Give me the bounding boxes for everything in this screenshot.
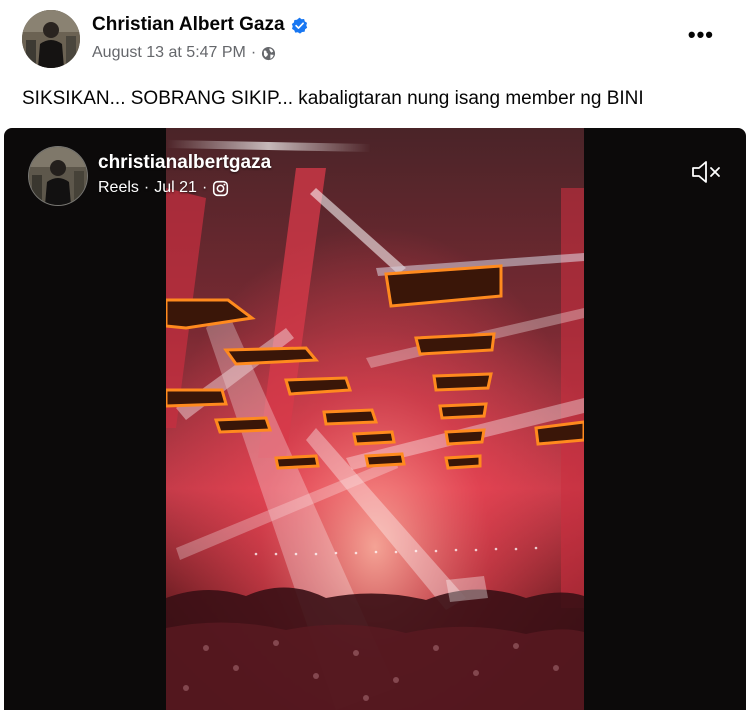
muted-speaker-icon[interactable] bbox=[690, 158, 722, 186]
verified-badge-icon bbox=[291, 17, 307, 34]
reel-meta-separator-2: · bbox=[201, 179, 208, 196]
avatar-image bbox=[22, 10, 80, 68]
reel-username[interactable]: christianalbertgaza bbox=[98, 152, 271, 174]
instagram-icon bbox=[213, 180, 229, 196]
reel-meta-separator: · bbox=[143, 179, 150, 196]
post-caption: SIKSIKAN... SOBRANG SIKIP... kabaligtara… bbox=[22, 88, 644, 109]
reel-author-avatar[interactable] bbox=[28, 146, 88, 206]
post-meta: August 13 at 5:47 PM · bbox=[92, 44, 276, 62]
reel-media[interactable]: christianalbertgaza Reels · Jul 21 · bbox=[4, 128, 746, 710]
facebook-post: Christian Albert Gaza August 13 at 5:47 … bbox=[0, 0, 750, 710]
reel-source-label[interactable]: Reels bbox=[98, 179, 139, 197]
reel-date[interactable]: Jul 21 bbox=[154, 179, 197, 197]
author-avatar[interactable] bbox=[22, 10, 80, 68]
reel-meta: Reels · Jul 21 · bbox=[98, 179, 229, 197]
post-timestamp[interactable]: August 13 at 5:47 PM bbox=[92, 44, 246, 62]
post-header: Christian Albert Gaza August 13 at 5:47 … bbox=[0, 0, 750, 80]
author-name[interactable]: Christian Albert Gaza bbox=[92, 14, 308, 36]
reel-avatar-image bbox=[29, 147, 87, 205]
author-name-text[interactable]: Christian Albert Gaza bbox=[92, 14, 285, 36]
concert-video-frame[interactable] bbox=[166, 128, 584, 710]
meta-separator: · bbox=[250, 44, 257, 61]
globe-icon[interactable] bbox=[261, 46, 276, 61]
more-options-button[interactable]: ••• bbox=[688, 24, 714, 46]
